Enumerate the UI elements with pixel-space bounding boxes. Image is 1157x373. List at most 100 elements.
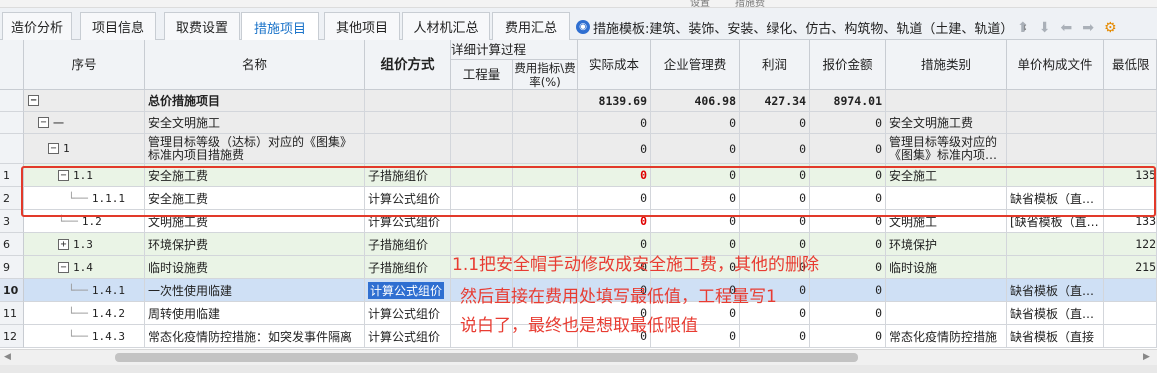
cost-cell[interactable]: 0 [578,279,651,302]
min-cell[interactable] [1104,302,1157,325]
cost-cell[interactable]: 0 [578,256,651,279]
unitfile-cell[interactable]: 缺省模板（直… [1007,302,1104,325]
name-cell[interactable]: 安全文明施工 [145,112,365,134]
unitfile-cell[interactable]: 缺省模板（直… [1007,187,1104,210]
table-row[interactable]: 3 └── 1.2 文明施工费 计算公式组价 0 0 0 0 文明施工 [缺省模板（直… 133 [0,210,1157,233]
table-row[interactable]: 1−1.1 安全施工费 子措施组价 0 0 0 0 安全施工 135 [0,164,1157,187]
category-cell[interactable]: 环境保护 [886,233,1007,256]
method-cell[interactable]: 子措施组价 [365,164,451,187]
min-cell[interactable]: 135 [1104,164,1157,187]
name-cell[interactable]: 总价措施项目 [145,90,365,112]
min-cell[interactable] [1104,112,1157,134]
seq-cell[interactable]: └── 1.4.3 [24,325,145,348]
table-row[interactable]: − 总价措施项目 8139.69 406.98 427.34 8974.01 [0,90,1157,112]
unitfile-cell[interactable] [1007,164,1104,187]
horizontal-scrollbar[interactable]: ◀ ▶ [0,349,1157,365]
qty-cell[interactable] [451,279,513,302]
profit-cell[interactable]: 0 [740,112,810,134]
unitfile-cell[interactable] [1007,256,1104,279]
row-number[interactable]: 9 [0,256,24,279]
pricing-method-value[interactable]: 计算公式组价 [368,281,445,299]
mgmt-cell[interactable]: 0 [651,187,740,210]
table-row[interactable]: −1 管理目标等级（达标）对应的《图集》标准内项目措施费 0 0 0 0 管理目标等级对应的… [0,134,1157,164]
category-cell[interactable]: 常态化疫情防控措施 [886,325,1007,348]
method-cell[interactable] [365,112,451,134]
header-unit-file[interactable]: 单价构成文件 [1007,40,1104,90]
mgmt-cell[interactable]: 0 [651,233,740,256]
min-cell[interactable] [1104,134,1157,164]
name-cell[interactable]: 管理目标等级（达标）对应的《图集》标准内项目措施费 [145,134,365,164]
tab-fee-summary[interactable]: 费用汇总 [492,12,570,40]
profit-cell[interactable]: 0 [740,233,810,256]
unitfile-cell[interactable]: 缺省模板（直… [1007,279,1104,302]
mgmt-cell[interactable]: 0 [651,210,740,233]
quote-cell[interactable]: 0 [810,187,886,210]
profit-cell[interactable]: 0 [740,256,810,279]
profit-cell[interactable]: 0 [740,134,810,164]
cost-cell[interactable]: 0 [578,302,651,325]
rate-cell[interactable] [513,256,578,279]
name-cell[interactable]: 周转使用临建 [145,302,365,325]
header-seq[interactable]: 序号 [24,40,145,90]
profit-cell[interactable]: 427.34 [740,90,810,112]
mgmt-cell[interactable]: 0 [651,164,740,187]
header-min-limit[interactable]: 最低限 [1104,40,1157,90]
qty-cell[interactable] [451,256,513,279]
rate-cell[interactable] [513,134,578,164]
header-name[interactable]: 名称 [145,40,365,90]
min-cell[interactable] [1104,187,1157,210]
quote-cell[interactable]: 0 [810,256,886,279]
collapse-icon[interactable]: − [58,169,69,181]
collapse-icon[interactable]: − [58,261,69,273]
seq-cell[interactable]: −1.1 [24,164,145,187]
name-cell[interactable]: 一次性使用临建 [145,279,365,302]
mgmt-cell[interactable]: 0 [651,302,740,325]
quote-cell[interactable]: 8974.01 [810,90,886,112]
rate-cell[interactable] [513,233,578,256]
unitfile-cell[interactable]: [缺省模板（直… [1007,210,1104,233]
qty-cell[interactable] [451,325,513,348]
qty-cell[interactable] [451,90,513,112]
table-row[interactable]: 12 └── 1.4.3 常态化疫情防控措施：如突发事件隔离 计算公式组价 0 0 0 0 常态化… [0,325,1157,348]
rate-cell[interactable] [513,112,578,134]
header-category[interactable]: 措施类别 [886,40,1007,90]
rate-cell[interactable] [513,187,578,210]
mgmt-cell[interactable]: 0 [651,256,740,279]
qty-cell[interactable] [451,164,513,187]
name-cell[interactable]: 常态化疫情防控措施：如突发事件隔离 [145,325,365,348]
quote-cell[interactable]: 0 [810,325,886,348]
expand-icon[interactable]: + [58,238,69,250]
seq-cell[interactable]: └── 1.4.1 [24,279,145,302]
down-arrow-icon[interactable]: ⬇ [1039,20,1051,36]
name-cell[interactable]: 安全施工费 [145,164,365,187]
cost-cell[interactable]: 0 [578,233,651,256]
category-cell[interactable] [886,302,1007,325]
method-cell[interactable]: 子措施组价 [365,233,451,256]
quote-cell[interactable]: 0 [810,112,886,134]
scroll-right-icon[interactable]: ▶ [1143,352,1150,362]
method-cell[interactable]: 计算公式组价 [365,187,451,210]
qty-cell[interactable] [451,134,513,164]
cost-cell[interactable]: 0 [578,112,651,134]
profit-cell[interactable]: 0 [740,302,810,325]
seq-cell[interactable]: − 一 [24,112,145,134]
seq-cell[interactable]: −1 [24,134,145,164]
seq-cell[interactable]: −1.4 [24,256,145,279]
header-actual-cost[interactable]: 实际成本 [578,40,651,90]
table-row[interactable]: 11 └── 1.4.2 周转使用临建 计算公式组价 0 0 0 0 缺省模板（直… [0,302,1157,325]
min-cell[interactable] [1104,90,1157,112]
mgmt-cell[interactable]: 406.98 [651,90,740,112]
row-number[interactable] [0,134,24,164]
table-row[interactable]: − 一安全文明施工 0 0 0 0 安全文明施工费 [0,112,1157,134]
header-quote-amount[interactable]: 报价金额 [810,40,886,90]
profit-cell[interactable]: 0 [740,164,810,187]
category-cell[interactable]: 安全文明施工费 [886,112,1007,134]
quote-cell[interactable]: 0 [810,210,886,233]
table-row[interactable]: 6 +1.3 环境保护费 子措施组价 0 0 0 0 环境保护 122 [0,233,1157,256]
rate-cell[interactable] [513,302,578,325]
method-cell[interactable]: 子措施组价 [365,256,451,279]
category-cell[interactable]: 安全施工 [886,164,1007,187]
pricing-method-dropdown[interactable]: 计算公式组价▼ [365,279,451,302]
row-number[interactable]: 1 [0,164,24,187]
tab-measures[interactable]: 措施项目 [241,12,319,41]
